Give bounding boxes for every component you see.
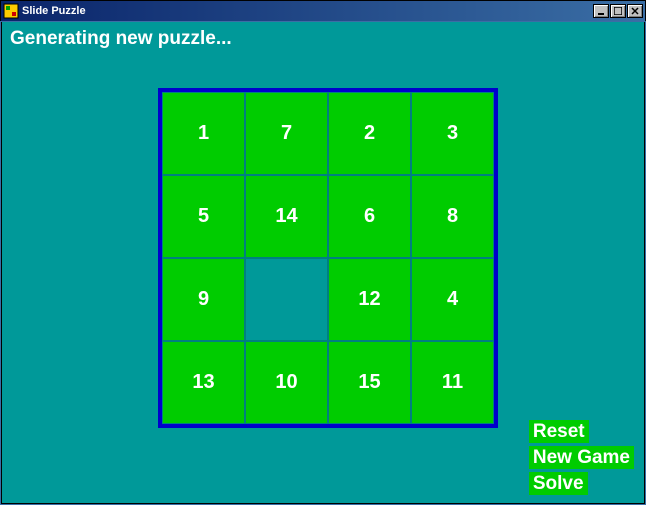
tile[interactable]: 2 bbox=[328, 92, 411, 175]
tile[interactable]: 14 bbox=[245, 175, 328, 258]
tile[interactable]: 9 bbox=[162, 258, 245, 341]
tile[interactable]: 6 bbox=[328, 175, 411, 258]
window-title: Slide Puzzle bbox=[22, 5, 593, 17]
minimize-button[interactable] bbox=[593, 4, 609, 18]
tile[interactable]: 5 bbox=[162, 175, 245, 258]
status-text: Generating new puzzle... bbox=[2, 22, 644, 50]
new-game-button[interactable]: New Game bbox=[529, 446, 634, 469]
puzzle-board: 1723 51468 9 124 13101511 bbox=[158, 88, 498, 428]
tile[interactable]: 7 bbox=[245, 92, 328, 175]
solve-button[interactable]: Solve bbox=[529, 472, 588, 495]
tile[interactable]: 10 bbox=[245, 341, 328, 424]
empty-slot bbox=[245, 258, 328, 341]
title-bar: Slide Puzzle bbox=[0, 0, 646, 21]
window-buttons bbox=[593, 4, 643, 18]
tile[interactable]: 4 bbox=[411, 258, 494, 341]
action-panel: Reset New Game Solve bbox=[529, 420, 634, 495]
tile[interactable]: 11 bbox=[411, 341, 494, 424]
maximize-button[interactable] bbox=[610, 4, 626, 18]
tile[interactable]: 15 bbox=[328, 341, 411, 424]
game-area: Generating new puzzle... 1723 51468 9 124 13… bbox=[1, 22, 645, 504]
tile[interactable]: 1 bbox=[162, 92, 245, 175]
tile[interactable]: 3 bbox=[411, 92, 494, 175]
tile[interactable]: 8 bbox=[411, 175, 494, 258]
close-button[interactable] bbox=[627, 4, 643, 18]
reset-button[interactable]: Reset bbox=[529, 420, 589, 443]
app-icon bbox=[3, 3, 19, 19]
tile[interactable]: 13 bbox=[162, 341, 245, 424]
tile[interactable]: 12 bbox=[328, 258, 411, 341]
